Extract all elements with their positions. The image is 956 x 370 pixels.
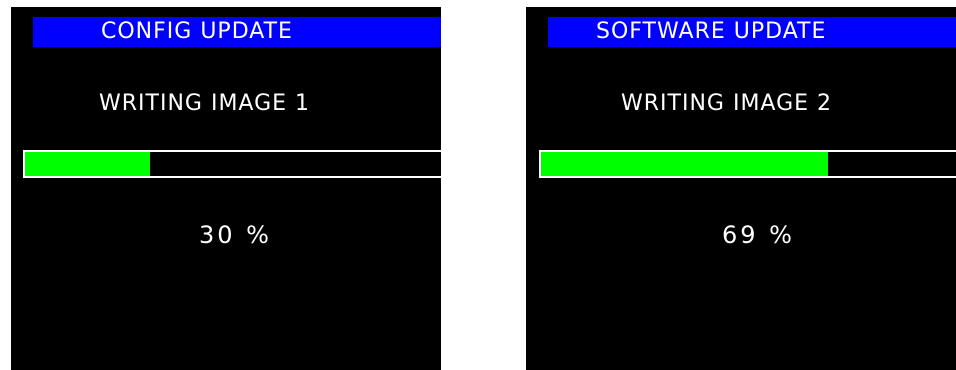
progress-bar (539, 150, 956, 178)
software-update-screen: SOFTWARE UPDATE WRITING IMAGE 2 69 % (526, 7, 956, 370)
config-update-screen: CONFIG UPDATE WRITING IMAGE 1 30 % (11, 7, 441, 370)
progress-fill (25, 152, 150, 176)
progress-percent: 69 % (722, 221, 795, 249)
progress-percent: 30 % (199, 221, 272, 249)
screen-title: SOFTWARE UPDATE (548, 17, 956, 47)
status-message: WRITING IMAGE 2 (621, 91, 833, 116)
screen-title: CONFIG UPDATE (33, 17, 441, 47)
progress-bar (23, 150, 441, 178)
status-message: WRITING IMAGE 1 (99, 91, 311, 116)
progress-fill (541, 152, 829, 176)
